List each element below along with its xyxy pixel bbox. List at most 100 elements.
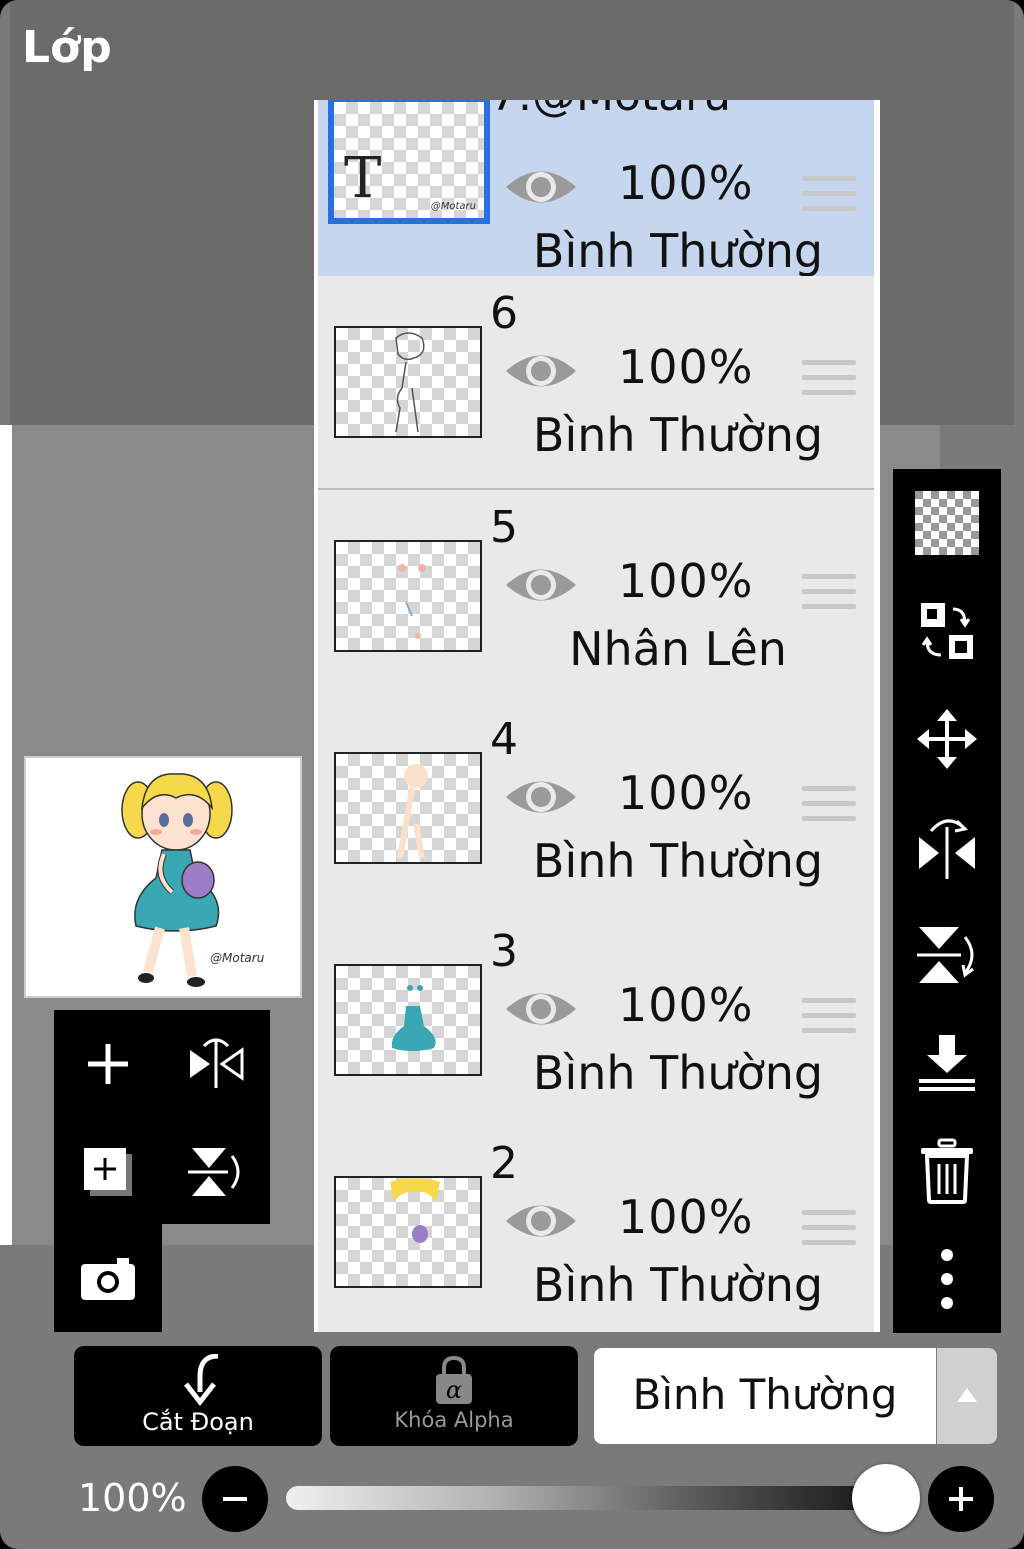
layer-row-2[interactable]: 2 100% Bình Thường [318, 1126, 874, 1332]
dress-thumbnail-art [391, 985, 436, 1051]
svg-text:α: α [446, 1376, 462, 1404]
character-illustration: @Motaru [121, 773, 265, 987]
panel-title: Lớp [22, 22, 112, 73]
layer-thumbnail[interactable] [334, 964, 482, 1076]
visibility-eye-icon[interactable] [504, 986, 578, 1032]
preview-signature: @Motaru [210, 951, 265, 965]
shading-thumbnail-art [398, 564, 426, 639]
layer-opacity[interactable]: 100% [618, 340, 754, 394]
drag-handle-icon[interactable] [802, 998, 856, 1043]
visibility-eye-icon[interactable] [504, 164, 578, 210]
layer-thumbnail[interactable] [334, 1176, 482, 1288]
add-layer-button[interactable] [54, 1010, 162, 1118]
import-photo-button[interactable] [54, 1224, 162, 1332]
plus-icon [88, 1044, 128, 1084]
transparent-fill-button[interactable] [893, 469, 1001, 577]
drag-handle-icon[interactable] [802, 1210, 856, 1255]
left-layer-toolbar [54, 1010, 270, 1224]
delete-layer-button[interactable] [893, 1117, 1001, 1225]
drag-handle-icon[interactable] [802, 786, 856, 831]
alpha-lock-button[interactable]: α Khóa Alpha [330, 1346, 578, 1446]
clipping-button[interactable]: Cắt Đoạn [74, 1346, 322, 1446]
layer-row-3[interactable]: 3 100% Bình Thường [318, 914, 874, 1128]
layer-opacity[interactable]: 100% [618, 1190, 754, 1244]
opacity-value: 100% [78, 1476, 187, 1520]
thumbnail-signature: @Motaru [430, 201, 476, 212]
layer-row-4[interactable]: 4 100% Bình Thường [318, 702, 874, 916]
layer-opacity[interactable]: 100% [618, 978, 754, 1032]
trash-icon [921, 1138, 973, 1204]
drag-handle-icon[interactable] [802, 574, 856, 619]
left-layer-toolbar-bottom [54, 1224, 162, 1332]
layer-list[interactable]: T @Motaru 7.@Motaru 100% Bình Thường 6 [314, 100, 880, 1332]
camera-icon [81, 1258, 135, 1300]
flip-vertical-icon [917, 927, 974, 983]
minus-icon [223, 1497, 247, 1501]
visibility-eye-icon[interactable] [504, 348, 578, 394]
right-layer-toolbar [893, 469, 1001, 1333]
add-raster-layer-button[interactable] [54, 1118, 162, 1226]
clipping-arrow-icon [184, 1354, 219, 1406]
plus-icon [949, 1487, 973, 1511]
layer-thumbnail[interactable] [334, 326, 482, 438]
add-layer-icon [84, 1148, 132, 1196]
flip-horizontal-button[interactable] [162, 1010, 270, 1118]
layer-name: 3 [490, 926, 518, 977]
layer-blend-mode: Bình Thường [532, 1258, 824, 1312]
visibility-eye-icon[interactable] [504, 562, 578, 608]
opacity-slider-handle[interactable] [852, 1464, 920, 1532]
drag-handle-icon[interactable] [802, 360, 856, 405]
alpha-lock-label: Khóa Alpha [394, 1408, 514, 1432]
layer-opacity[interactable]: 100% [618, 766, 754, 820]
lineart-thumbnail-art [395, 332, 425, 433]
layer-row-6[interactable]: 6 100% Bình Thường [318, 276, 874, 490]
layer-opacity[interactable]: 100% [618, 554, 754, 608]
clipping-label: Cắt Đoạn [142, 1408, 254, 1436]
flip-layer-horizontal-button[interactable] [893, 793, 1001, 901]
layer-thumbnail[interactable] [334, 540, 482, 652]
move-icon [917, 709, 977, 769]
flip-layer-vertical-button[interactable] [893, 901, 1001, 1009]
layer-blend-mode: Bình Thường [532, 224, 824, 278]
lock-icon: α [436, 1355, 472, 1404]
layer-thumbnail[interactable]: T @Motaru [328, 100, 490, 224]
hair-thumbnail-art [390, 1178, 440, 1243]
opacity-decrease-button[interactable] [202, 1466, 268, 1532]
layer-row-5[interactable]: 5 100% Nhân Lên [318, 490, 874, 704]
transparent-checker-icon [915, 491, 979, 555]
swap-layers-icon [921, 603, 973, 659]
layer-blend-mode: Nhân Lên [569, 622, 787, 676]
layer-name: 2 [490, 1138, 518, 1189]
flip-horizontal-icon [190, 1038, 244, 1088]
blend-mode-value: Bình Thường [632, 1370, 898, 1419]
layer-thumbnail[interactable] [334, 752, 482, 864]
rotate-flip-icon [919, 819, 975, 879]
visibility-eye-icon[interactable] [504, 774, 578, 820]
opacity-slider[interactable] [286, 1486, 890, 1510]
merge-down-button[interactable] [893, 1009, 1001, 1117]
layer-blend-mode: Bình Thường [532, 1046, 824, 1100]
merge-down-icon [919, 1035, 975, 1091]
layer-name: 6 [490, 288, 518, 339]
canvas-preview[interactable]: @Motaru [24, 756, 302, 998]
drag-handle-icon[interactable] [802, 176, 856, 221]
skin-thumbnail-art [397, 764, 428, 859]
text-layer-glyph: T [344, 146, 382, 211]
swap-layers-button[interactable] [893, 577, 1001, 685]
flip-vertical-icon [188, 1148, 240, 1196]
opacity-increase-button[interactable] [928, 1466, 994, 1532]
chevron-up-icon [957, 1388, 977, 1402]
layer-blend-mode: Bình Thường [532, 408, 824, 462]
canvas-edge [0, 425, 12, 1245]
layer-name: 5 [490, 502, 518, 553]
flip-vertical-button[interactable] [162, 1118, 270, 1226]
blend-mode-dropdown-button[interactable] [937, 1348, 997, 1444]
layer-panel: Lớp @Motaru T @Motaru 100% Bình Thường 6… [0, 0, 1024, 1549]
layer-opacity[interactable]: 100% [618, 156, 754, 210]
visibility-eye-icon[interactable] [504, 1198, 578, 1244]
blend-mode-select[interactable]: Bình Thường [594, 1348, 936, 1444]
layer-name: 4 [490, 714, 518, 765]
more-icon [941, 1249, 953, 1309]
move-layer-button[interactable] [893, 685, 1001, 793]
more-options-button[interactable] [893, 1225, 1001, 1333]
